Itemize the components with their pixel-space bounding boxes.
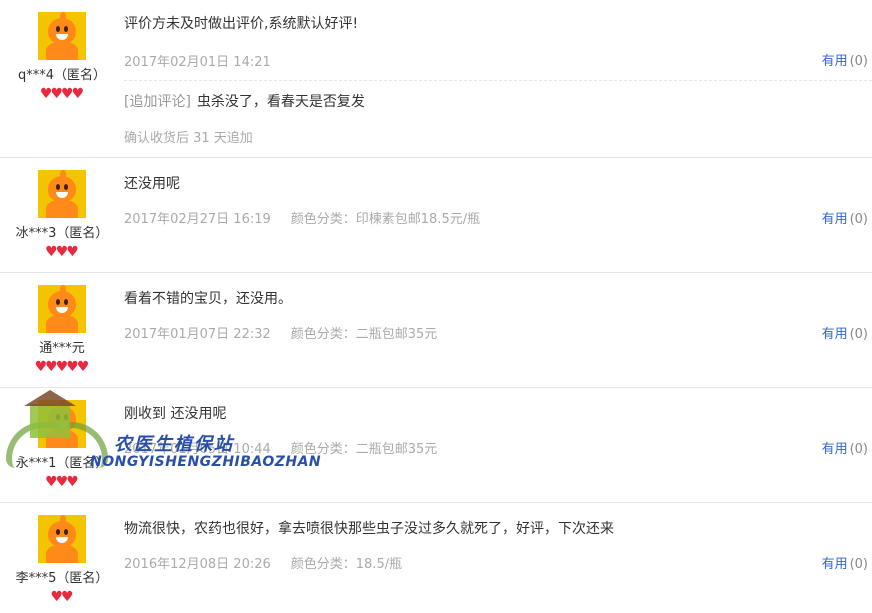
- useful-button[interactable]: 有用 (0): [822, 323, 868, 342]
- review-item: q***4（匿名） ♥♥♥♥ 评价方未及时做出评价,系统默认好评! 2017年0…: [0, 0, 872, 158]
- review-text: 物流很快，农药也很好，拿去喷很快那些虫子没过多久就死了，好评，下次还来: [124, 521, 614, 537]
- divider: [124, 80, 872, 81]
- avatar[interactable]: [38, 285, 86, 333]
- review-meta: 2016年12月08日 20:26 颜色分类：18.5/瓶: [124, 553, 402, 572]
- useful-label: 有用: [821, 212, 848, 227]
- reviewer: 通***元 ♥♥♥♥♥: [0, 285, 124, 374]
- sku-info: 颜色分类：印楝素包邮18.5元/瓶: [290, 212, 481, 227]
- useful-label: 有用: [821, 327, 848, 342]
- useful-button[interactable]: 有用 (0): [822, 208, 868, 227]
- review-date: 2017年02月27日 16:19: [124, 212, 271, 227]
- review-text: 看着不错的宝贝，还没用。: [124, 291, 292, 307]
- watermark-logo: 农医生植保站 NONGYISHENGZHIBAOZHAN: [6, 390, 321, 478]
- useful-label: 有用: [821, 54, 848, 69]
- useful-count: (0): [849, 212, 868, 227]
- review-item: 李***5（匿名） ♥♥ 物流很快，农药也很好，拿去喷很快那些虫子没过多久就死了…: [0, 503, 872, 613]
- useful-count: (0): [849, 557, 868, 572]
- avatar[interactable]: [38, 515, 86, 563]
- reviewer-name: 冰***3（匿名）: [15, 226, 109, 241]
- useful-count: (0): [849, 442, 868, 457]
- heart-icon: ♥: [71, 86, 85, 102]
- append-text: 虫杀没了，看春天是否复发: [196, 94, 365, 110]
- useful-label: 有用: [821, 442, 848, 457]
- roof-icon: [24, 390, 76, 406]
- useful-button[interactable]: 有用 (0): [822, 438, 868, 457]
- useful-button[interactable]: 有用 (0): [822, 553, 868, 572]
- avatar[interactable]: [38, 170, 86, 218]
- sku-info: 颜色分类：18.5/瓶: [290, 557, 403, 572]
- useful-label: 有用: [821, 557, 848, 572]
- heart-icon: ♥: [66, 244, 79, 260]
- reviewer-name: 李***5（匿名）: [15, 571, 109, 586]
- avatar[interactable]: [38, 12, 86, 60]
- useful-button[interactable]: 有用 (0): [822, 50, 868, 69]
- review-item: 冰***3（匿名） ♥♥♥ 还没用呢 2017年02月27日 16:19 颜色分类…: [0, 158, 872, 273]
- review-item: 通***元 ♥♥♥♥♥ 看着不错的宝贝，还没用。 2017年01月07日 22:…: [0, 273, 872, 388]
- append-tag: [追加评论]: [124, 94, 191, 110]
- reviewer: q***4（匿名） ♥♥♥♥: [0, 12, 124, 101]
- review-meta: 2017年02月01日 14:21: [124, 51, 271, 70]
- append-info: 确认收货后 31 天追加: [124, 131, 253, 146]
- reviewer: 李***5（匿名） ♥♥: [0, 515, 124, 604]
- heart-icon: ♥: [76, 359, 90, 375]
- appended-review: [追加评论] 虫杀没了，看春天是否复发: [124, 91, 365, 111]
- useful-count: (0): [849, 54, 868, 69]
- reviewer: 冰***3（匿名） ♥♥♥: [0, 170, 124, 259]
- sku-info: 颜色分类：二瓶包邮35元: [290, 327, 438, 342]
- reviewer-name: 通***元: [39, 341, 85, 356]
- heart-icon: ♥: [61, 589, 74, 605]
- reputation-hearts: ♥♥: [0, 589, 124, 604]
- watermark-text-en: NONGYISHENGZHIBAOZHAN: [90, 454, 322, 470]
- review-text: 评价方未及时做出评价,系统默认好评!: [124, 16, 359, 32]
- review-text: 还没用呢: [124, 176, 180, 192]
- review-date: 2017年02月01日 14:21: [124, 55, 271, 70]
- house-icon: [30, 404, 70, 438]
- reputation-hearts: ♥♥♥♥: [0, 86, 124, 101]
- watermark-text-cn: 农医生植保站: [114, 434, 234, 455]
- review-date: 2017年01月07日 22:32: [124, 327, 271, 342]
- review-date: 2016年12月08日 20:26: [124, 557, 271, 572]
- reputation-hearts: ♥♥♥♥♥: [0, 359, 124, 374]
- reviewer-name: q***4（匿名）: [17, 68, 107, 83]
- reputation-hearts: ♥♥♥: [0, 244, 124, 259]
- review-meta: 2017年02月27日 16:19 颜色分类：印楝素包邮18.5元/瓶: [124, 208, 480, 227]
- useful-count: (0): [849, 327, 868, 342]
- review-meta: 2017年01月07日 22:32 颜色分类：二瓶包邮35元: [124, 323, 437, 342]
